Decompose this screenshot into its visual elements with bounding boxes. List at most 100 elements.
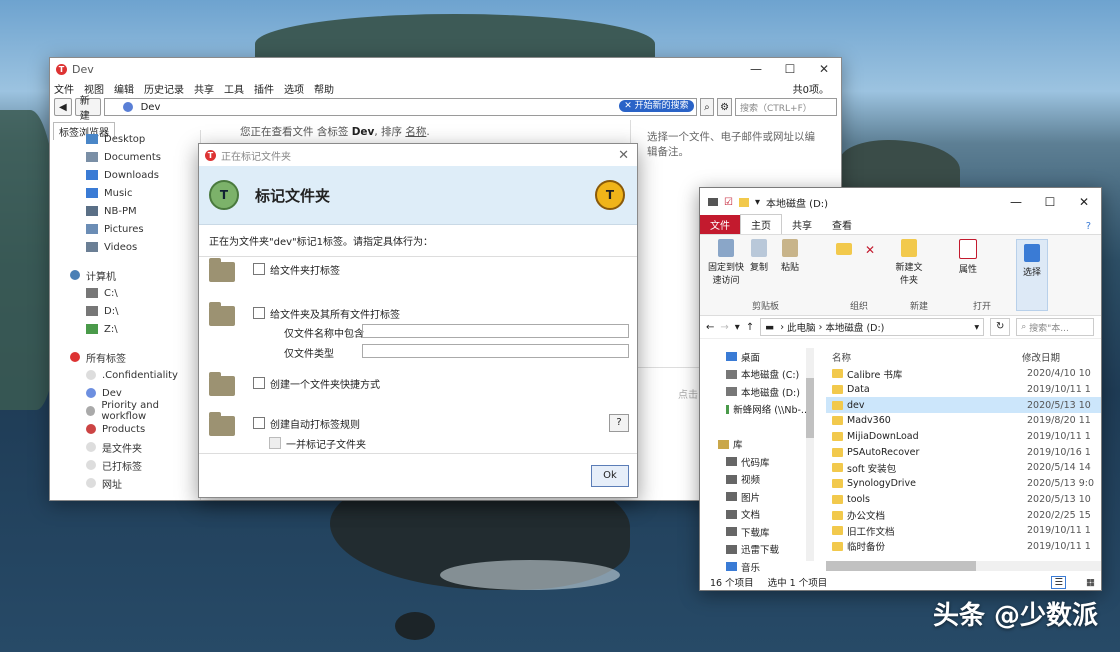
file-row[interactable]: soft 安装包 2020/5/14 14 <box>826 460 1101 476</box>
paste-button[interactable]: 粘贴 <box>778 239 802 273</box>
nav-item[interactable]: 音乐 <box>700 558 810 576</box>
file-row[interactable]: Calibre 书库 2020/4/10 10 <box>826 366 1101 382</box>
select-button[interactable]: 选择 <box>1016 239 1048 311</box>
chevron-down-icon[interactable]: ▾ <box>755 197 760 208</box>
tab-file[interactable]: 文件 <box>700 215 740 234</box>
scrollbar-thumb[interactable] <box>826 561 976 571</box>
details-view-icon[interactable]: ☰ <box>1051 575 1067 589</box>
maximize-icon[interactable]: ☐ <box>773 62 807 76</box>
search-icon[interactable]: ⌕ <box>699 98 715 116</box>
file-row[interactable]: 办公文档 2020/2/25 15 <box>826 507 1101 523</box>
option-tag-folder[interactable]: 给文件夹打标签 <box>209 258 340 282</box>
search-input[interactable]: ⌕ 搜索"本... <box>1016 318 1095 336</box>
properties-icon[interactable]: ☑ <box>724 197 733 208</box>
option-include-subfolders[interactable]: 一并标记子文件夹 <box>269 436 366 451</box>
help-button[interactable]: ? <box>609 414 629 432</box>
ok-button[interactable]: Ok <box>591 465 629 487</box>
nav-item[interactable]: 本地磁盘 (C:) <box>700 366 810 384</box>
search-input[interactable]: 搜索（CTRL+F） <box>735 98 837 116</box>
sidebar-item[interactable]: .Confidentiality <box>50 366 200 384</box>
file-row[interactable]: Madv360 2019/8/20 11 <box>826 413 1101 429</box>
sidebar-item[interactable]: Desktop <box>50 130 200 148</box>
new-button[interactable]: 新建 <box>74 96 101 122</box>
file-row[interactable]: Data 2019/10/11 1 <box>826 382 1101 398</box>
file-row[interactable]: dev 2020/5/13 10 <box>826 397 1101 414</box>
sidebar-item[interactable]: Z:\ <box>50 320 200 338</box>
nav-item[interactable]: 新蜂网络 (\\Nb-... <box>700 401 810 419</box>
tab-share[interactable]: 共享 <box>782 215 822 234</box>
sidebar-item[interactable]: 是文件夹 <box>50 438 200 456</box>
menu-edit[interactable]: 编辑 <box>114 81 134 96</box>
back-button[interactable]: ◀ <box>54 98 72 116</box>
maximize-icon[interactable]: ☐ <box>1033 195 1067 209</box>
back-arrow-icon[interactable]: ← <box>706 322 714 333</box>
file-row[interactable]: 旧工作文档 2019/10/11 1 <box>826 523 1101 539</box>
sidebar-item[interactable]: D:\ <box>50 302 200 320</box>
file-list-scrollbar[interactable] <box>826 561 1101 571</box>
new-folder-button[interactable]: 新建文件夹 <box>894 239 924 286</box>
minimize-icon[interactable]: — <box>739 62 773 76</box>
sidebar-item[interactable]: 网址 <box>50 474 200 492</box>
sort-link[interactable]: 名称 <box>405 126 426 138</box>
sidebar-item[interactable]: Music <box>50 184 200 202</box>
file-row[interactable]: PSAutoRecover 2019/10/16 1 <box>826 444 1101 460</box>
option-auto-tag-rule[interactable]: 创建自动打标签规则 <box>209 412 360 436</box>
sidebar-item[interactable]: C:\ <box>50 284 200 302</box>
copy-button[interactable]: 复制 <box>748 239 770 273</box>
address-field[interactable]: Dev ✕ 开始新的搜索 <box>103 98 697 116</box>
sidebar-item[interactable]: Pictures <box>50 220 200 238</box>
file-row[interactable]: tools 2020/5/13 10 <box>826 492 1101 508</box>
breadcrumb-this-pc[interactable]: 此电脑 <box>787 320 816 334</box>
option-tag-folder-and-files[interactable]: 给文件夹及其所有文件打标签 <box>209 302 400 326</box>
nav-item[interactable]: 下载库 <box>700 523 810 541</box>
menu-options[interactable]: 选项 <box>284 81 304 96</box>
scrollbar-thumb[interactable] <box>806 378 814 438</box>
file-row[interactable]: SynologyDrive 2020/5/13 9:0 <box>826 476 1101 492</box>
nav-item[interactable]: 图片 <box>700 488 810 506</box>
start-new-search-button[interactable]: ✕ 开始新的搜索 <box>619 100 694 112</box>
menu-help[interactable]: 帮助 <box>314 81 334 96</box>
sidebar-item[interactable]: Downloads <box>50 166 200 184</box>
properties-button[interactable]: 属性 <box>956 239 980 275</box>
menu-share[interactable]: 共享 <box>194 81 214 96</box>
close-icon[interactable]: ✕ <box>618 148 629 163</box>
chevron-down-icon[interactable]: ▾ <box>974 322 979 333</box>
nav-item[interactable]: 桌面 <box>700 348 810 366</box>
forward-arrow-icon[interactable]: → <box>720 322 728 333</box>
sidebar-item[interactable]: Priority and workflow <box>50 400 200 422</box>
checkbox-disabled[interactable] <box>269 437 281 449</box>
sidebar-item[interactable]: NB-PM <box>50 202 200 220</box>
up-arrow-icon[interactable]: ↑ <box>746 322 754 333</box>
sidebar-item[interactable]: Products <box>50 420 200 438</box>
nav-item[interactable]: 本地磁盘 (D:) <box>700 383 810 401</box>
sidebar-item[interactable]: 已打标签 <box>50 456 200 474</box>
minimize-icon[interactable]: — <box>999 195 1033 209</box>
sidebar-item[interactable]: Videos <box>50 238 200 256</box>
file-row[interactable]: 临时备份 2019/10/11 1 <box>826 539 1101 555</box>
nav-item[interactable]: 文档 <box>700 506 810 524</box>
gear-icon[interactable]: ⚙ <box>717 98 732 116</box>
menu-file[interactable]: 文件 <box>54 81 74 96</box>
tab-home[interactable]: 主页 <box>740 214 782 234</box>
column-name[interactable]: 名称 <box>826 350 1022 364</box>
large-icons-view-icon[interactable]: ▦ <box>1086 577 1095 588</box>
pin-quick-access-button[interactable]: 固定到快速访问 <box>706 239 746 286</box>
delete-button[interactable]: ✕ <box>860 243 880 258</box>
help-icon[interactable]: ? <box>1076 219 1101 234</box>
menu-history[interactable]: 历史记录 <box>144 81 184 96</box>
file-row[interactable]: MijiaDownLoad 2019/10/11 1 <box>826 429 1101 445</box>
menu-plugins[interactable]: 插件 <box>254 81 274 96</box>
nav-item[interactable]: 迅雷下载 <box>700 541 810 559</box>
checkbox[interactable] <box>253 417 265 429</box>
nav-scrollbar[interactable] <box>806 348 814 561</box>
menu-tools[interactable]: 工具 <box>224 81 244 96</box>
nav-item[interactable]: 代码库 <box>700 453 810 471</box>
checkbox[interactable] <box>253 307 265 319</box>
close-icon[interactable]: ✕ <box>807 62 841 76</box>
move-to-button[interactable] <box>834 243 854 258</box>
close-icon[interactable]: ✕ <box>1067 195 1101 209</box>
nav-item[interactable]: 视频 <box>700 471 810 489</box>
folder-icon[interactable] <box>738 197 749 207</box>
column-date[interactable]: 修改日期 <box>1022 350 1060 364</box>
checkbox[interactable] <box>253 377 265 389</box>
